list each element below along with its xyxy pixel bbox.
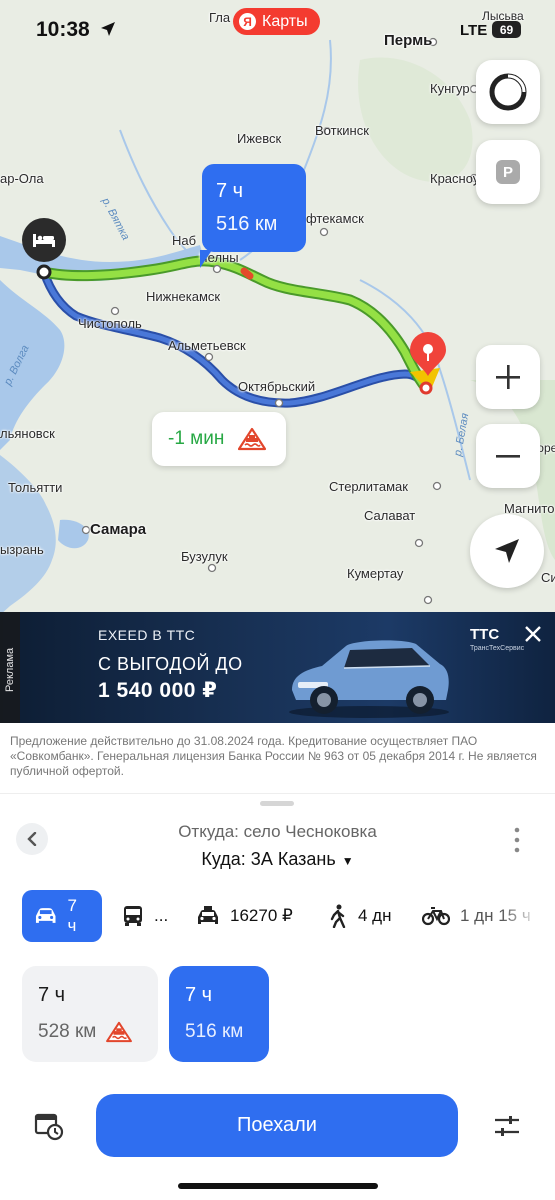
mode-bike[interactable]: 1 дн 15 ч <box>422 890 541 942</box>
start-navigation-button[interactable]: Поехали <box>96 1094 458 1157</box>
mode-walk[interactable]: 4 дн <box>328 890 392 942</box>
map-view[interactable]: Гла Лысьва Пермь Кунгур Ижевск Воткинск … <box>0 0 555 615</box>
route-variant-1[interactable]: 7 ч 528 км <box>22 966 158 1062</box>
city-nizhnekamsk: Нижнекамск <box>146 289 221 304</box>
car-icon <box>35 908 56 923</box>
city-neftekamsk: фтекамск <box>306 211 364 226</box>
city-yoshkar-ola: ар-Ола <box>0 171 44 186</box>
alt-route-callout[interactable]: -1 мин <box>152 412 286 466</box>
mode-car-label: 7 ч <box>67 896 77 935</box>
ad-line-3: 1 540 000 ₽ <box>98 679 218 702</box>
status-time: 10:38 <box>36 18 90 41</box>
ad-line-1: EXEED В ТТС <box>98 627 196 643</box>
city-kumertau: Кумертау <box>347 566 404 581</box>
alice-button[interactable] <box>476 60 540 124</box>
bicycle-icon <box>422 907 450 926</box>
city-buzuluk: Бузулук <box>181 549 228 564</box>
callout-time: 7 ч <box>216 180 244 202</box>
origin-hotel-marker[interactable] <box>22 218 66 262</box>
network-type: LTE <box>460 22 488 39</box>
mode-car[interactable]: 7 ч <box>22 890 102 942</box>
city-tolyatti: Тольятти <box>8 480 63 495</box>
ferry-warning-icon <box>238 427 267 451</box>
city-chistopol: Чистополь <box>78 316 142 331</box>
route-variant-2[interactable]: 7 ч 516 км <box>169 966 269 1062</box>
bed-icon <box>33 234 55 247</box>
transport-modes: 7 ч ... 16270 ₽ 4 дн 1 дн 15 ч <box>0 890 555 942</box>
mode-taxi[interactable]: 16270 ₽ <box>196 890 293 942</box>
zoom-out-button[interactable] <box>476 424 540 488</box>
destination-pin[interactable] <box>408 332 448 378</box>
walking-icon <box>330 904 346 928</box>
city-kungur: Кунгур <box>430 81 470 96</box>
schedule-departure-icon[interactable] <box>34 1111 64 1141</box>
map-pin-icon <box>410 332 446 376</box>
mode-transit-label: ... <box>154 906 169 925</box>
route-time-callout[interactable]: 7 ч 516 км <box>200 164 306 268</box>
alice-icon <box>489 73 527 111</box>
kuibyshev-reservoir <box>0 455 56 615</box>
home-indicator <box>178 1183 378 1189</box>
route-from[interactable]: Откуда: село Чесноковка <box>0 822 555 842</box>
city-oktyabrsky: Октябрьский <box>238 379 316 394</box>
lake-south <box>58 519 89 549</box>
mode-walk-label: 4 дн <box>358 906 392 925</box>
bus-icon <box>124 906 142 926</box>
variant-1-distance: 528 км <box>38 1021 97 1042</box>
parking-icon: P <box>496 160 520 184</box>
my-location-button[interactable] <box>470 514 544 588</box>
ad-brand: ТТС <box>470 626 500 643</box>
variant-1-time: 7 ч <box>38 984 66 1006</box>
city-salavat: Салават <box>364 508 416 523</box>
dropdown-caret-icon: ▼ <box>341 854 354 868</box>
map-canvas[interactable] <box>0 0 555 615</box>
brand-logo-icon: Я <box>239 13 256 30</box>
origin-dot <box>36 264 52 280</box>
ad-disclaimer: Предложение действительно до 31.08.2024 … <box>10 734 537 778</box>
mode-taxi-label: 16270 ₽ <box>230 906 293 925</box>
city-almetyevsk: Альметьевск <box>168 338 246 353</box>
route-to-row[interactable]: Куда: 3А Казань ▼ <box>0 849 555 870</box>
ad-tag: Реклама <box>4 647 16 692</box>
forest-2 <box>358 57 473 182</box>
route-to: Куда: 3А Казань <box>201 849 336 869</box>
ad-line-2: С ВЫГОДОЙ ДО <box>98 654 243 674</box>
car-illustration <box>289 640 449 718</box>
callout-distance: 516 км <box>216 213 278 235</box>
minus-icon <box>496 455 520 458</box>
city-edge-s: Си <box>541 570 555 585</box>
brand-name: Карты <box>262 12 308 30</box>
mode-transit[interactable]: ... <box>122 890 168 942</box>
location-arrow-icon <box>101 22 115 36</box>
plus-icon <box>496 365 520 389</box>
city-samara: Самара <box>90 521 147 538</box>
sheet-grabber[interactable] <box>260 801 294 806</box>
city-nab: Наб <box>172 233 197 248</box>
ad-close-icon[interactable] <box>522 623 544 645</box>
ad-brand-sub: ТрансТехСервис <box>470 645 525 652</box>
status-bar: 10:38 Я Карты LTE 69 <box>0 0 555 58</box>
traffic-jam-segment <box>240 267 254 280</box>
brand-pill[interactable]: Я Карты <box>233 8 320 35</box>
city-ulyanovsk: льяновск <box>0 426 55 441</box>
parking-button[interactable]: P <box>476 140 540 204</box>
zoom-in-button[interactable] <box>476 345 540 409</box>
battery-indicator: 69 <box>492 21 521 38</box>
variant-2-time: 7 ч <box>185 984 213 1006</box>
navigation-arrow-icon <box>495 539 519 563</box>
variant-2-distance: 516 км <box>185 1021 244 1042</box>
city-izhevsk: Ижевск <box>237 131 282 146</box>
city-sterlitamak: Стерлитамак <box>329 479 408 494</box>
city-syzran: ызрань <box>0 542 44 557</box>
route-settings-icon[interactable] <box>492 1111 522 1141</box>
ferry-warning-icon <box>106 1021 133 1043</box>
more-options-icon[interactable] <box>512 826 522 854</box>
city-votkinsk: Воткинск <box>315 123 369 138</box>
ad-banner[interactable]: Реклама EXEED В ТТС С ВЫГОДОЙ ДО 1 540 0… <box>0 612 555 723</box>
alt-time-delta: -1 мин <box>168 428 225 449</box>
mode-scroll-fade <box>500 890 541 942</box>
taxi-icon <box>198 906 218 924</box>
route-panel[interactable]: Откуда: село Чесноковка Куда: 3А Казань ▼… <box>0 793 555 1200</box>
